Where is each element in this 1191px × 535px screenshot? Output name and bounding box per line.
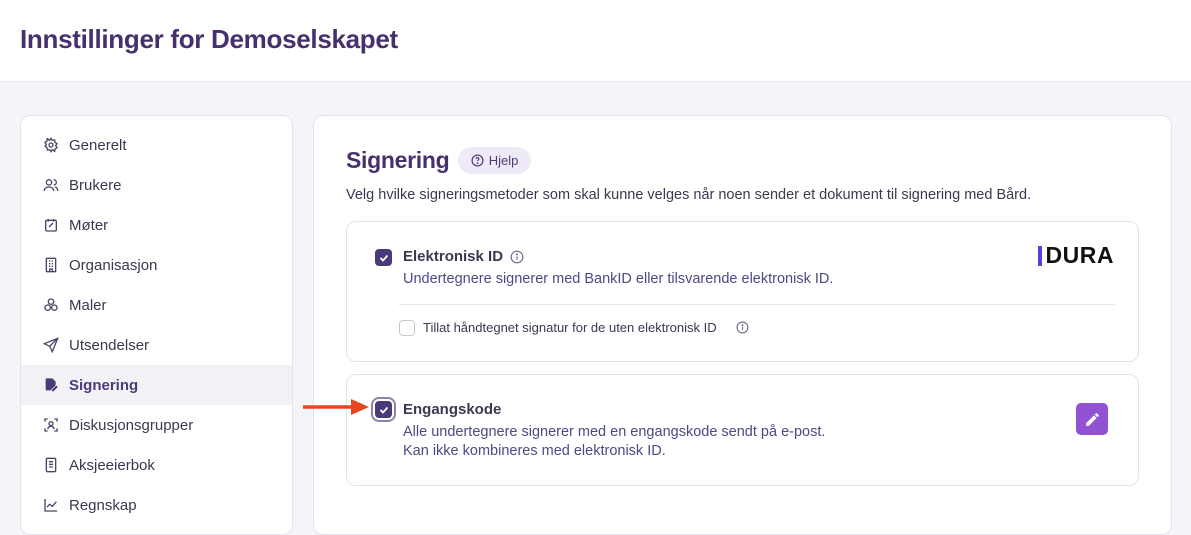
pencil-icon — [1085, 412, 1099, 426]
section-description: Velg hvilke signeringsmetoder som skal k… — [346, 187, 1032, 203]
sidebar-item-label: Maler — [69, 296, 107, 314]
one-time-code-checkbox[interactable] — [375, 401, 392, 418]
section-title: Signering — [346, 147, 450, 173]
electronic-id-description: Undertegnere signerer med BankID eller t… — [403, 271, 834, 287]
electronic-id-checkbox[interactable] — [375, 249, 392, 266]
electronic-id-title: Elektronisk ID — [403, 248, 504, 265]
top-bar: Innstillinger for Demoselskapet — [0, 0, 1191, 82]
option-card-electronic-id: Elektronisk ID Undertegnere signerer med… — [346, 221, 1139, 362]
idura-logo: DURA — [1037, 242, 1114, 269]
sidebar-item-organisasjon[interactable]: Organisasjon — [21, 245, 292, 285]
help-icon — [471, 154, 484, 167]
logo-text: DURA — [1045, 242, 1114, 268]
shapes-icon — [42, 296, 60, 314]
signing-settings-panel: Signering Hjelp Velg hvilke signeringsme… — [313, 115, 1172, 535]
sidebar-item-generelt[interactable]: Generelt — [21, 125, 292, 165]
calendar-icon — [42, 216, 60, 234]
help-label: Hjelp — [488, 153, 519, 168]
sidebar-item-label: Regnskap — [69, 496, 137, 514]
info-icon[interactable] — [510, 250, 524, 264]
settings-sidebar: Generelt Brukere Møter Organisasjon Male… — [20, 115, 293, 535]
book-icon — [42, 456, 60, 474]
divider — [399, 304, 1115, 305]
gear-icon — [42, 136, 60, 154]
sidebar-item-label: Brukere — [69, 176, 122, 194]
info-icon[interactable] — [736, 321, 749, 334]
building-icon — [42, 256, 60, 274]
sidebar-item-label: Organisasjon — [69, 256, 158, 274]
one-time-code-description-line2: Kan ikke kombineres med elektronisk ID. — [403, 443, 666, 459]
sidebar-item-label: Signering — [69, 376, 139, 394]
sidebar-item-label: Generelt — [69, 136, 127, 154]
sidebar-item-label: Aksjeeierbok — [69, 456, 155, 474]
page-title: Innstillinger for Demoselskapet — [20, 24, 398, 54]
check-icon — [379, 406, 388, 414]
edit-button[interactable] — [1076, 403, 1108, 435]
sidebar-item-signering[interactable]: Signering — [21, 365, 292, 405]
sidebar-item-brukere[interactable]: Brukere — [21, 165, 292, 205]
one-time-code-description-line1: Alle undertegnere signerer med en engang… — [403, 424, 826, 440]
sidebar-item-moter[interactable]: Møter — [21, 205, 292, 245]
signature-icon — [42, 376, 60, 394]
sidebar-item-label: Møter — [69, 216, 109, 234]
send-icon — [42, 336, 60, 354]
sidebar-item-maler[interactable]: Maler — [21, 285, 292, 325]
sidebar-item-utsendelser[interactable]: Utsendelser — [21, 325, 292, 365]
sidebar-item-label: Diskusjonsgrupper — [69, 416, 194, 434]
sidebar-item-diskusjonsgrupper[interactable]: Diskusjonsgrupper — [21, 405, 292, 445]
group-icon — [42, 416, 60, 434]
chart-icon — [42, 496, 60, 514]
sidebar-item-regnskap[interactable]: Regnskap — [21, 485, 292, 525]
handwritten-signature-label: Tillat håndtegnet signatur for de uten e… — [423, 320, 717, 335]
annotation-arrow-icon — [303, 399, 369, 415]
one-time-code-title: Engangskode — [403, 401, 502, 418]
option-card-one-time-code: Engangskode Alle undertegnere signerer m… — [346, 374, 1139, 486]
sidebar-item-aksjeeierbok[interactable]: Aksjeeierbok — [21, 445, 292, 485]
sidebar-item-label: Utsendelser — [69, 336, 150, 354]
logo-bar — [1037, 245, 1042, 266]
handwritten-signature-checkbox[interactable] — [399, 320, 415, 336]
check-icon — [379, 254, 388, 262]
help-button[interactable]: Hjelp — [458, 147, 531, 174]
users-icon — [42, 176, 60, 194]
